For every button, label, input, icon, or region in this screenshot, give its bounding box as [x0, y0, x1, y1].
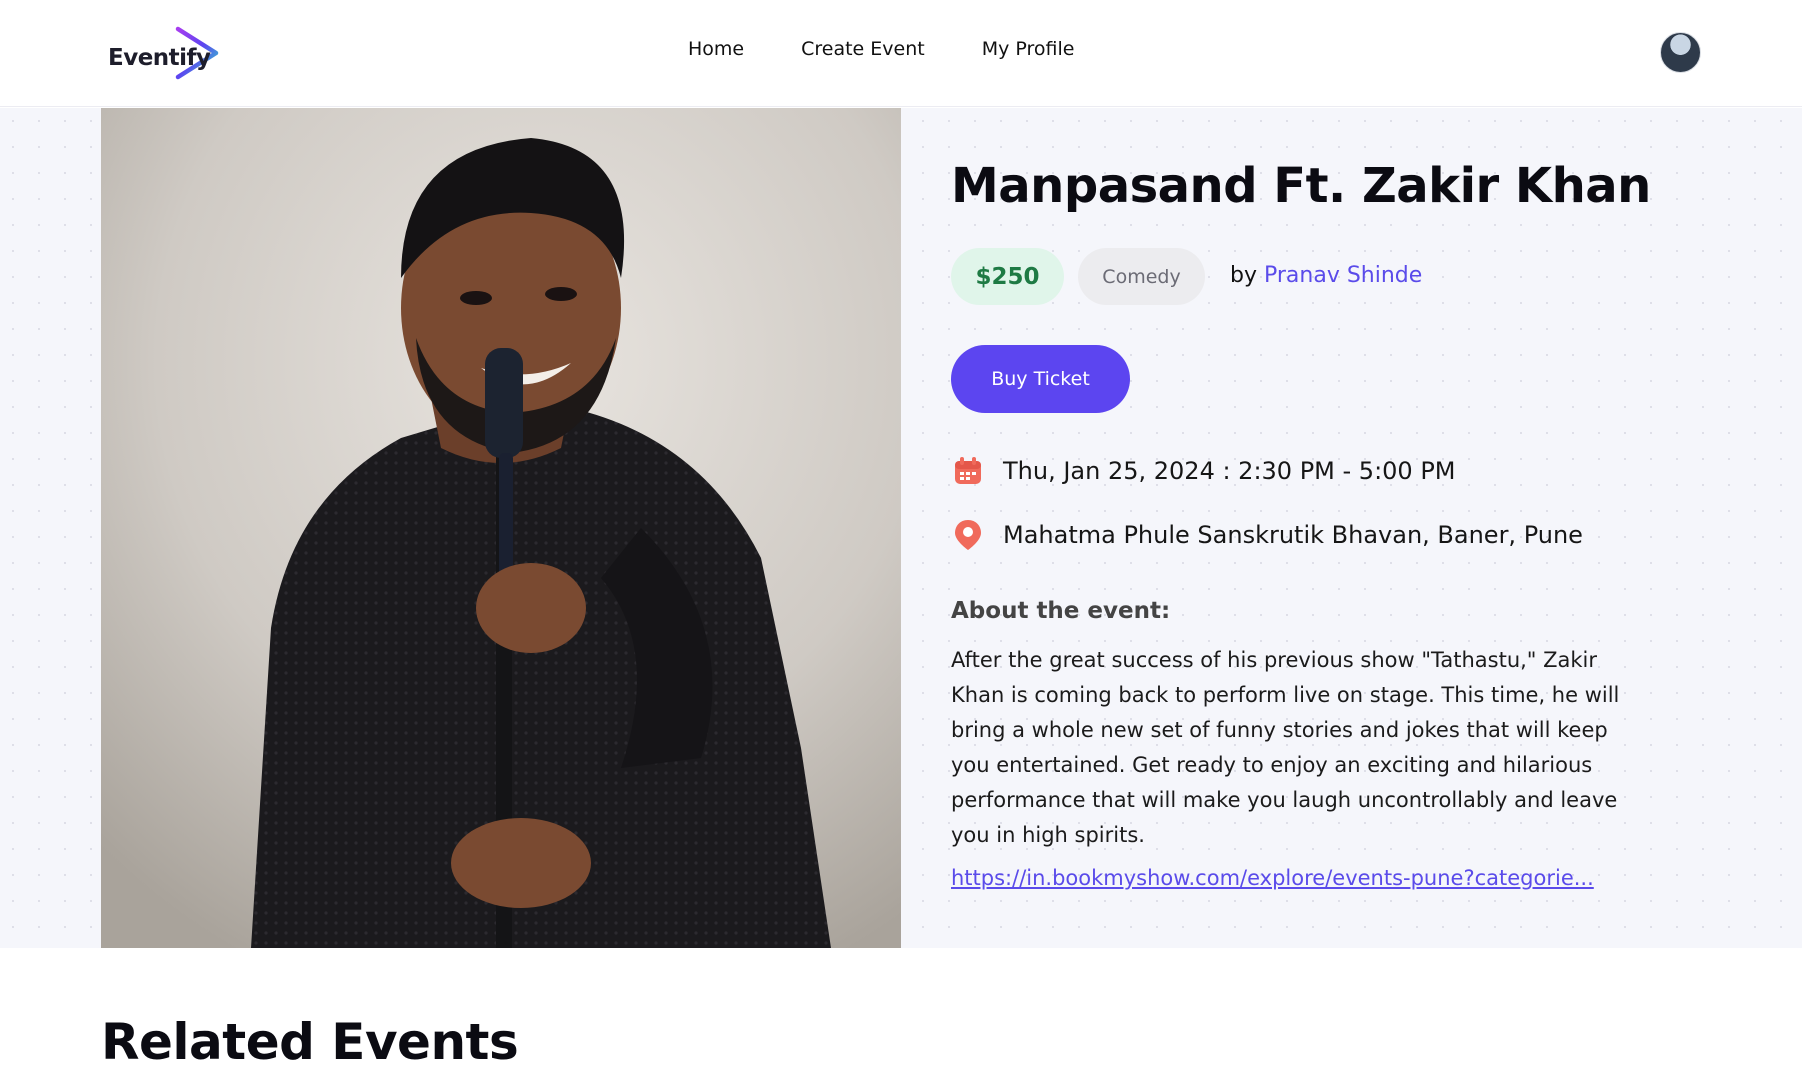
- nav-my-profile[interactable]: My Profile: [982, 38, 1075, 60]
- logo-text: Eventify: [108, 45, 211, 71]
- about-heading: About the event:: [951, 598, 1171, 624]
- event-date-row: Thu, Jan 25, 2024 : 2:30 PM - 5:00 PM: [951, 454, 1456, 488]
- event-image: [101, 108, 901, 948]
- event-detail-section: Manpasand Ft. Zakir Khan $250 Comedy by …: [0, 108, 1802, 948]
- user-avatar[interactable]: [1660, 32, 1701, 73]
- related-events-heading: Related Events: [101, 1013, 519, 1071]
- event-datetime: Thu, Jan 25, 2024 : 2:30 PM - 5:00 PM: [1003, 457, 1456, 485]
- event-title: Manpasand Ft. Zakir Khan: [951, 158, 1651, 214]
- event-location: Mahatma Phule Sanskrutik Bhavan, Baner, …: [1003, 521, 1583, 549]
- performer-illustration: [101, 108, 901, 948]
- organizer-name[interactable]: Pranav Shinde: [1264, 263, 1422, 288]
- nav-home[interactable]: Home: [688, 38, 744, 60]
- top-navbar: Eventify Home Create Event My Profile: [0, 0, 1802, 107]
- about-description: After the great success of his previous …: [951, 648, 1620, 847]
- event-location-row: Mahatma Phule Sanskrutik Bhavan, Baner, …: [951, 518, 1583, 552]
- organizer-prefix: by: [1230, 263, 1257, 288]
- price-badge: $250: [951, 248, 1064, 305]
- eventify-logo[interactable]: Eventify: [108, 25, 226, 83]
- event-external-link[interactable]: https://in.bookmyshow.com/explore/events…: [951, 866, 1649, 890]
- nav-create-event[interactable]: Create Event: [801, 38, 925, 60]
- category-badge: Comedy: [1078, 248, 1205, 305]
- calendar-icon: [951, 454, 985, 488]
- organizer: by Pranav Shinde: [1230, 263, 1422, 288]
- main-nav: Home Create Event My Profile: [688, 38, 1074, 60]
- buy-ticket-button[interactable]: Buy Ticket: [951, 345, 1130, 413]
- location-pin-icon: [951, 518, 985, 552]
